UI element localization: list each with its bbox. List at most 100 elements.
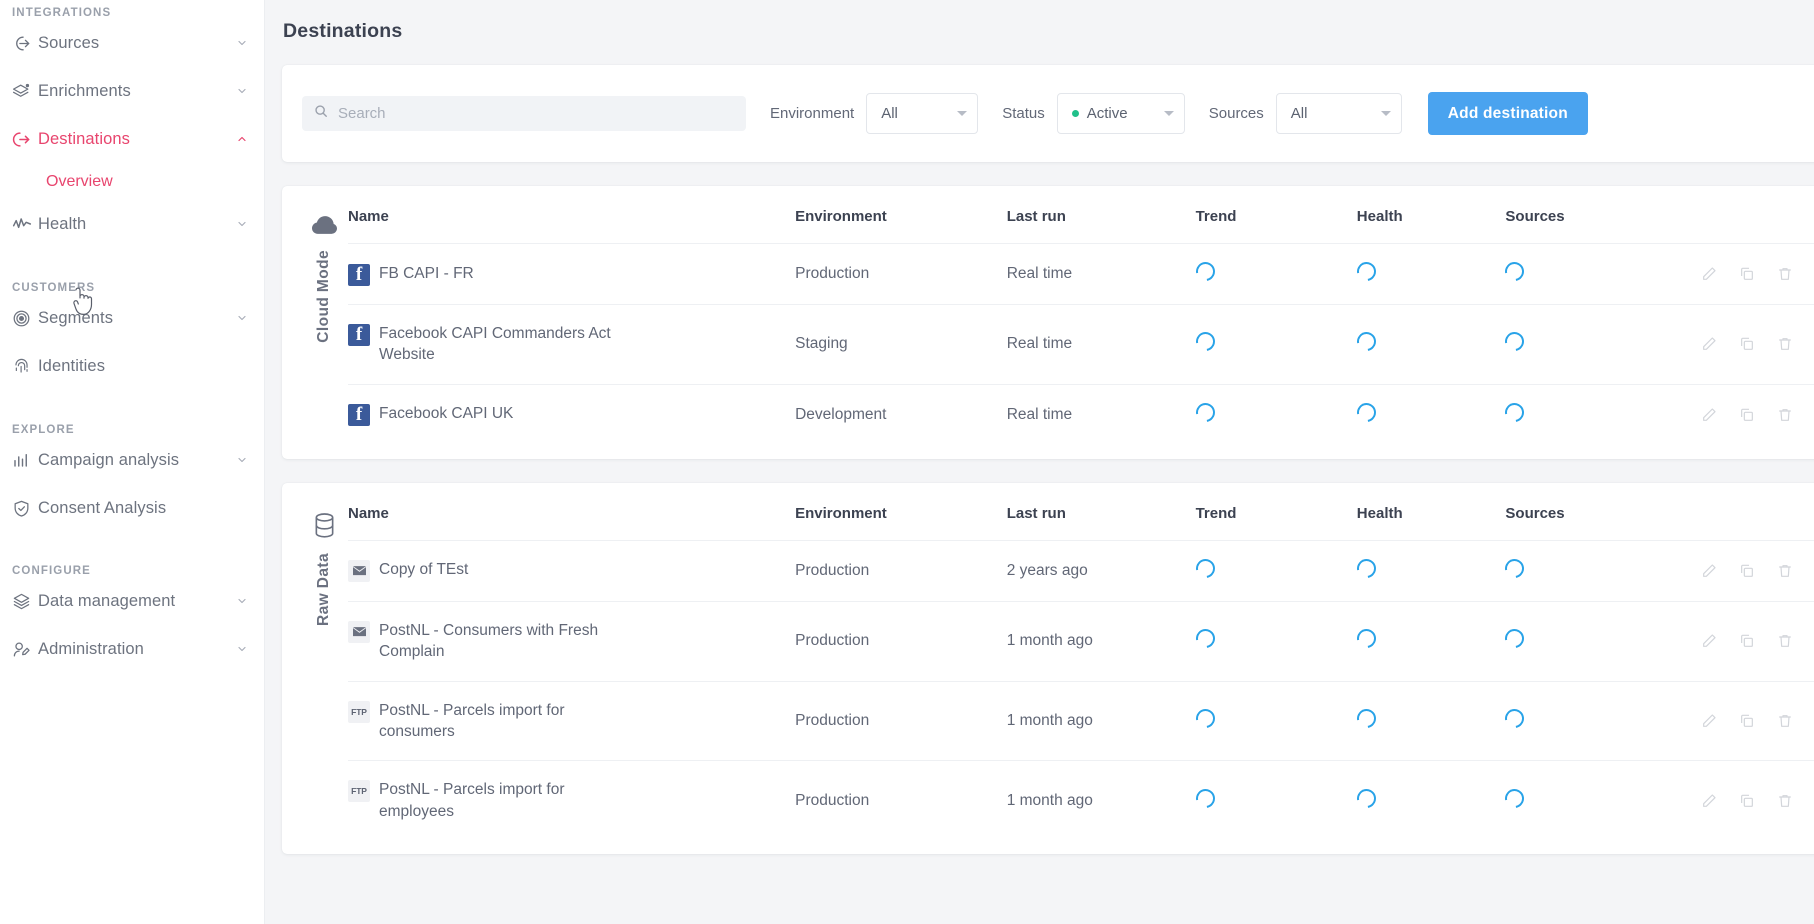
duplicate-icon[interactable] <box>1739 336 1755 352</box>
table-row[interactable]: Facebook CAPI Commanders Act Website Sta… <box>348 304 1814 385</box>
delete-icon[interactable] <box>1777 563 1793 579</box>
cell-last-run: 1 month ago <box>1006 760 1196 840</box>
facebook-icon <box>348 404 370 427</box>
sidebar-item-consent-analysis[interactable]: Consent Analysis <box>0 484 264 532</box>
sidebar-item-sources[interactable]: Sources <box>0 19 264 67</box>
delete-icon[interactable] <box>1777 633 1793 649</box>
edit-icon[interactable] <box>1701 633 1717 649</box>
sidebar: INTEGRATIONS Sources Enrichments Destina… <box>0 0 265 924</box>
raw-data-group-gutter: Raw Data <box>300 505 348 840</box>
cell-health <box>1353 243 1506 305</box>
raw-data-group-label: Raw Data <box>315 552 332 626</box>
chevron-down-icon <box>1163 111 1174 116</box>
table-row[interactable]: FB CAPI - FR Production Real time <box>348 243 1814 305</box>
sidebar-item-enrichments[interactable]: Enrichments <box>0 67 264 115</box>
sidebar-item-destinations[interactable]: Destinations <box>0 115 264 163</box>
sidebar-item-campaign-analysis[interactable]: Campaign analysis <box>0 436 264 484</box>
table-row[interactable]: Copy of TEst Production 2 years ago <box>348 539 1814 602</box>
sidebar-item-health[interactable]: Health <box>0 200 264 248</box>
filter-bar: Search Environment All Status Active Sou… <box>282 65 1814 162</box>
search-input[interactable]: Search <box>302 96 746 131</box>
chevron-down-icon <box>234 85 250 97</box>
cell-environment: Production <box>795 600 1007 681</box>
duplicate-icon[interactable] <box>1739 563 1755 579</box>
destination-name: PostNL - Parcels import for employees <box>379 781 565 820</box>
status-filter: Status Active <box>1002 93 1185 134</box>
table-header: Name Environment Last run Trend Health S… <box>348 208 1814 244</box>
loading-spinner-icon <box>1501 555 1529 582</box>
table-row[interactable]: FTP PostNL - Parcels import for consumer… <box>348 680 1814 761</box>
delete-icon[interactable] <box>1777 713 1793 729</box>
duplicate-icon[interactable] <box>1739 793 1755 809</box>
sidebar-subitem-overview[interactable]: Overview <box>0 163 264 200</box>
bar-chart-icon <box>12 451 38 469</box>
destinations-icon <box>12 130 38 149</box>
sources-select[interactable]: All <box>1275 93 1402 134</box>
sources-select-value: All <box>1290 105 1308 122</box>
cloud-mode-group-label: Cloud Mode <box>315 250 332 343</box>
delete-icon[interactable] <box>1777 336 1793 352</box>
add-destination-button[interactable]: Add destination <box>1427 92 1588 135</box>
edit-icon[interactable] <box>1701 713 1717 729</box>
duplicate-icon[interactable] <box>1739 713 1755 729</box>
edit-icon[interactable] <box>1701 407 1717 423</box>
edit-icon[interactable] <box>1701 336 1717 352</box>
loading-spinner-icon <box>1353 784 1380 812</box>
duplicate-icon[interactable] <box>1739 633 1755 649</box>
duplicate-icon[interactable] <box>1739 407 1755 423</box>
cell-environment: Development <box>795 383 1007 445</box>
sidebar-item-identities[interactable]: Identities <box>0 342 264 390</box>
delete-icon[interactable] <box>1777 793 1793 809</box>
delete-icon[interactable] <box>1777 407 1793 423</box>
table-row[interactable]: Facebook CAPI UK Development Real time <box>348 383 1814 445</box>
loading-spinner-icon <box>1191 625 1219 652</box>
duplicate-icon[interactable] <box>1739 266 1755 282</box>
delete-icon[interactable] <box>1777 266 1793 282</box>
sidebar-subitem-label: Overview <box>46 172 113 190</box>
edit-icon[interactable] <box>1701 266 1717 282</box>
cell-environment: Production <box>795 760 1007 840</box>
chevron-up-icon <box>234 133 250 145</box>
loading-spinner-icon <box>1353 625 1380 652</box>
column-header-sources: Sources <box>1505 504 1565 522</box>
table-row[interactable]: FTP PostNL - Parcels import for employee… <box>348 760 1814 840</box>
status-select[interactable]: Active <box>1056 93 1185 134</box>
sidebar-item-data-management[interactable]: Data management <box>0 577 264 625</box>
cell-actions <box>1700 383 1814 445</box>
cell-last-run: Real time <box>1006 383 1196 445</box>
identities-icon <box>12 357 38 376</box>
chevron-down-icon <box>234 454 250 466</box>
edit-icon[interactable] <box>1701 563 1717 579</box>
sources-icon <box>12 34 38 53</box>
cell-name: PostNL - Consumers with Fresh Complain <box>348 600 796 681</box>
cell-actions <box>1700 539 1814 602</box>
cell-actions <box>1700 243 1814 305</box>
edit-icon[interactable] <box>1701 793 1717 809</box>
column-header-sources: Sources <box>1505 208 1565 225</box>
cell-sources <box>1501 760 1701 840</box>
cell-actions <box>1700 680 1814 761</box>
loading-spinner-icon <box>1353 555 1380 582</box>
loading-spinner-icon <box>1501 258 1529 285</box>
sources-filter-label: Sources <box>1208 105 1264 122</box>
cell-trend <box>1191 600 1357 681</box>
table-row[interactable]: PostNL - Consumers with Fresh Complain P… <box>348 600 1814 681</box>
cell-actions <box>1700 760 1814 840</box>
facebook-icon <box>348 263 370 286</box>
chevron-down-icon <box>957 111 968 116</box>
environment-select[interactable]: All <box>866 93 979 134</box>
cell-health <box>1353 680 1506 761</box>
destination-name: PostNL - Consumers with Fresh Complain <box>379 621 599 661</box>
cell-name: FTP PostNL - Parcels import for consumer… <box>348 680 796 761</box>
sidebar-section-explore: EXPLORE <box>12 424 75 436</box>
loading-spinner-icon <box>1501 705 1529 732</box>
status-dot-icon <box>1071 110 1079 117</box>
cell-name: Copy of TEst <box>348 539 796 602</box>
raw-data-table-card: Raw Data Name Environment Last run Trend… <box>282 482 1814 854</box>
sidebar-item-administration[interactable]: Administration <box>0 625 264 673</box>
destination-name: PostNL - Parcels import for consumers <box>379 701 565 740</box>
sidebar-item-segments[interactable]: Segments <box>0 294 264 342</box>
loading-spinner-icon <box>1353 399 1380 426</box>
cell-health <box>1353 600 1506 681</box>
mail-icon <box>348 620 370 643</box>
